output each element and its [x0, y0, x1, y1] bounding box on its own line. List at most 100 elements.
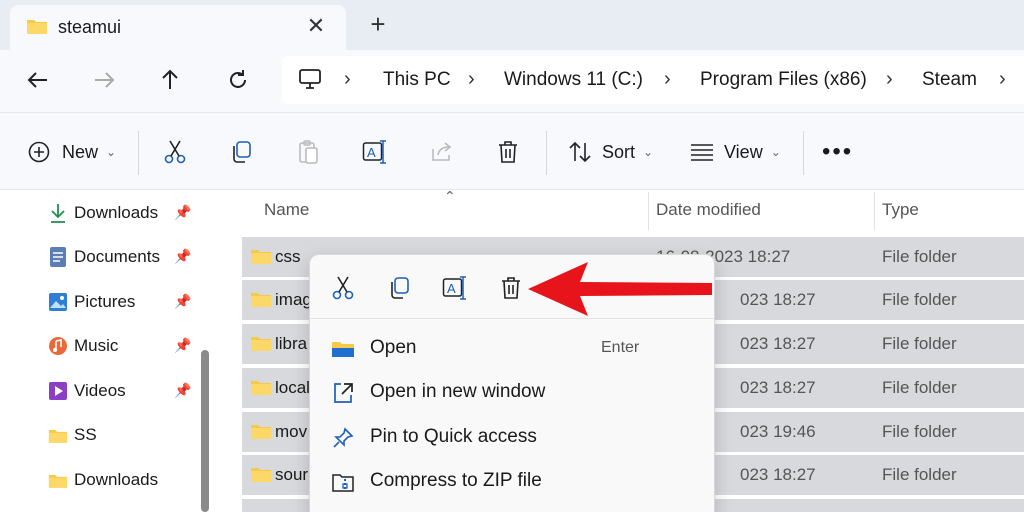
sidebar-item-videos[interactable]: Videos — [46, 376, 126, 406]
column-header-type[interactable]: Type — [882, 200, 919, 220]
chevron-up-icon: ⌃ — [444, 188, 456, 204]
chevron-right-icon: › — [886, 68, 893, 90]
chevron-down-icon: ⌄ — [643, 145, 654, 159]
more-icon: ••• — [822, 138, 854, 165]
svg-text:A: A — [447, 281, 456, 296]
sidebar-scrollbar[interactable] — [201, 350, 209, 512]
file-type: File folder — [882, 247, 957, 266]
tab-steamui[interactable]: steamui ✕ — [10, 5, 346, 50]
pictures-icon — [46, 291, 70, 313]
sidebar-item-music[interactable]: Music — [46, 331, 118, 361]
menu-item-open-new-window[interactable]: Open in new window — [310, 370, 714, 414]
scissors-icon — [164, 140, 186, 164]
pin-icon: 📌 — [174, 337, 192, 353]
file-name: imag — [275, 290, 312, 309]
column-divider[interactable] — [648, 192, 649, 230]
share-button[interactable] — [430, 133, 454, 171]
document-icon — [46, 246, 70, 268]
pin-icon: 📌 — [174, 204, 192, 220]
view-button[interactable]: View ⌄ — [690, 133, 781, 171]
music-icon — [46, 335, 70, 357]
clipboard-icon — [299, 140, 318, 164]
tab-title: steamui — [58, 17, 122, 37]
chevron-down-icon: ⌄ — [770, 145, 781, 159]
file-date: 023 19:46 — [740, 422, 816, 441]
svg-text:A: A — [367, 145, 376, 160]
sort-button[interactable]: Sort ⌄ — [568, 133, 653, 171]
pin-icon: 📌 — [174, 248, 192, 264]
arrow-right-icon — [95, 72, 115, 88]
sidebar-item-downloads-folder[interactable]: Downloads — [46, 465, 158, 495]
chevron-right-icon: › — [664, 68, 671, 90]
arrow-left-icon — [27, 72, 47, 88]
rename-icon: A — [362, 140, 386, 164]
up-button[interactable] — [150, 62, 190, 98]
sidebar-item-documents[interactable]: Documents — [46, 242, 160, 272]
folder-icon — [251, 337, 271, 351]
cut-button[interactable] — [163, 133, 187, 171]
breadcrumb-steam[interactable]: Steam — [922, 69, 977, 91]
file-type: File folder — [882, 378, 957, 397]
address-bar[interactable]: › This PC › Windows 11 (C:) › Program Fi… — [282, 56, 1024, 104]
menu-item-compress-zip[interactable]: Compress to ZIP file — [310, 459, 714, 503]
divider — [546, 131, 547, 175]
delete-button[interactable] — [497, 133, 519, 171]
breadcrumb-program-files[interactable]: Program Files (x86) — [700, 69, 867, 91]
trash-icon — [502, 277, 520, 299]
folder-open-icon — [330, 336, 356, 362]
menu-item-open[interactable]: Open Enter — [310, 326, 714, 370]
trash-icon — [499, 141, 517, 163]
close-icon[interactable]: ✕ — [302, 12, 330, 40]
column-header-date[interactable]: Date modified — [656, 200, 761, 220]
copy-action[interactable] — [384, 273, 414, 303]
sort-icon — [569, 141, 591, 163]
list-view-icon — [691, 144, 713, 161]
column-header-name[interactable]: Name — [264, 200, 309, 220]
file-date: 023 18:27 — [740, 290, 816, 309]
chevron-right-icon: › — [468, 68, 475, 90]
file-name: mov — [275, 422, 308, 441]
delete-action[interactable] — [496, 273, 526, 303]
sidebar-item-downloads[interactable]: Downloads — [46, 198, 158, 228]
navigation-bar: › This PC › Windows 11 (C:) › Program Fi… — [0, 50, 1024, 112]
file-date: 023 18:27 — [740, 334, 816, 353]
menu-item-pin-quick-access[interactable]: Pin to Quick access — [310, 415, 714, 459]
breadcrumb-this-pc[interactable]: This PC — [383, 69, 451, 91]
file-date: 023 18:27 — [740, 465, 816, 484]
column-divider[interactable] — [874, 192, 875, 230]
folder-icon — [251, 468, 271, 482]
file-name: sour — [275, 465, 309, 484]
more-options-button[interactable]: ••• — [822, 133, 853, 171]
scissors-icon — [332, 276, 354, 300]
rename-icon: A — [442, 276, 466, 300]
file-date: 023 18:27 — [740, 378, 816, 397]
sidebar-item-ss[interactable]: SS — [46, 420, 97, 450]
refresh-button[interactable] — [218, 62, 258, 98]
copy-icon — [233, 141, 251, 163]
sidebar-item-label: Documents — [74, 247, 160, 266]
sidebar-item-pictures[interactable]: Pictures — [46, 287, 135, 317]
plus-icon[interactable]: + — [362, 8, 394, 40]
new-label: New — [62, 141, 99, 162]
menu-item-shortcut: Enter — [601, 339, 640, 356]
file-name: libra — [275, 334, 308, 353]
rename-action[interactable]: A — [440, 273, 470, 303]
back-button[interactable] — [18, 62, 58, 98]
arrow-up-icon — [162, 69, 178, 89]
menu-item-label: Compress to ZIP file — [370, 470, 542, 491]
plus-circle-icon — [28, 141, 50, 163]
rename-button[interactable]: A — [362, 133, 388, 171]
file-name: css — [275, 247, 301, 266]
new-button[interactable]: New ⌄ — [28, 133, 116, 171]
copy-button[interactable] — [229, 133, 253, 171]
zip-icon — [330, 469, 356, 495]
cut-action[interactable] — [328, 273, 358, 303]
paste-button[interactable] — [297, 133, 321, 171]
breadcrumb-drive[interactable]: Windows 11 (C:) — [504, 69, 643, 91]
computer-icon — [299, 69, 321, 89]
pin-icon: 📌 — [174, 382, 192, 398]
command-bar: New ⌄ A Sort ⌄ View ⌄ ••• — [0, 112, 1024, 190]
folder-icon — [251, 425, 271, 439]
pin-icon — [330, 425, 356, 451]
forward-button[interactable] — [84, 62, 124, 98]
